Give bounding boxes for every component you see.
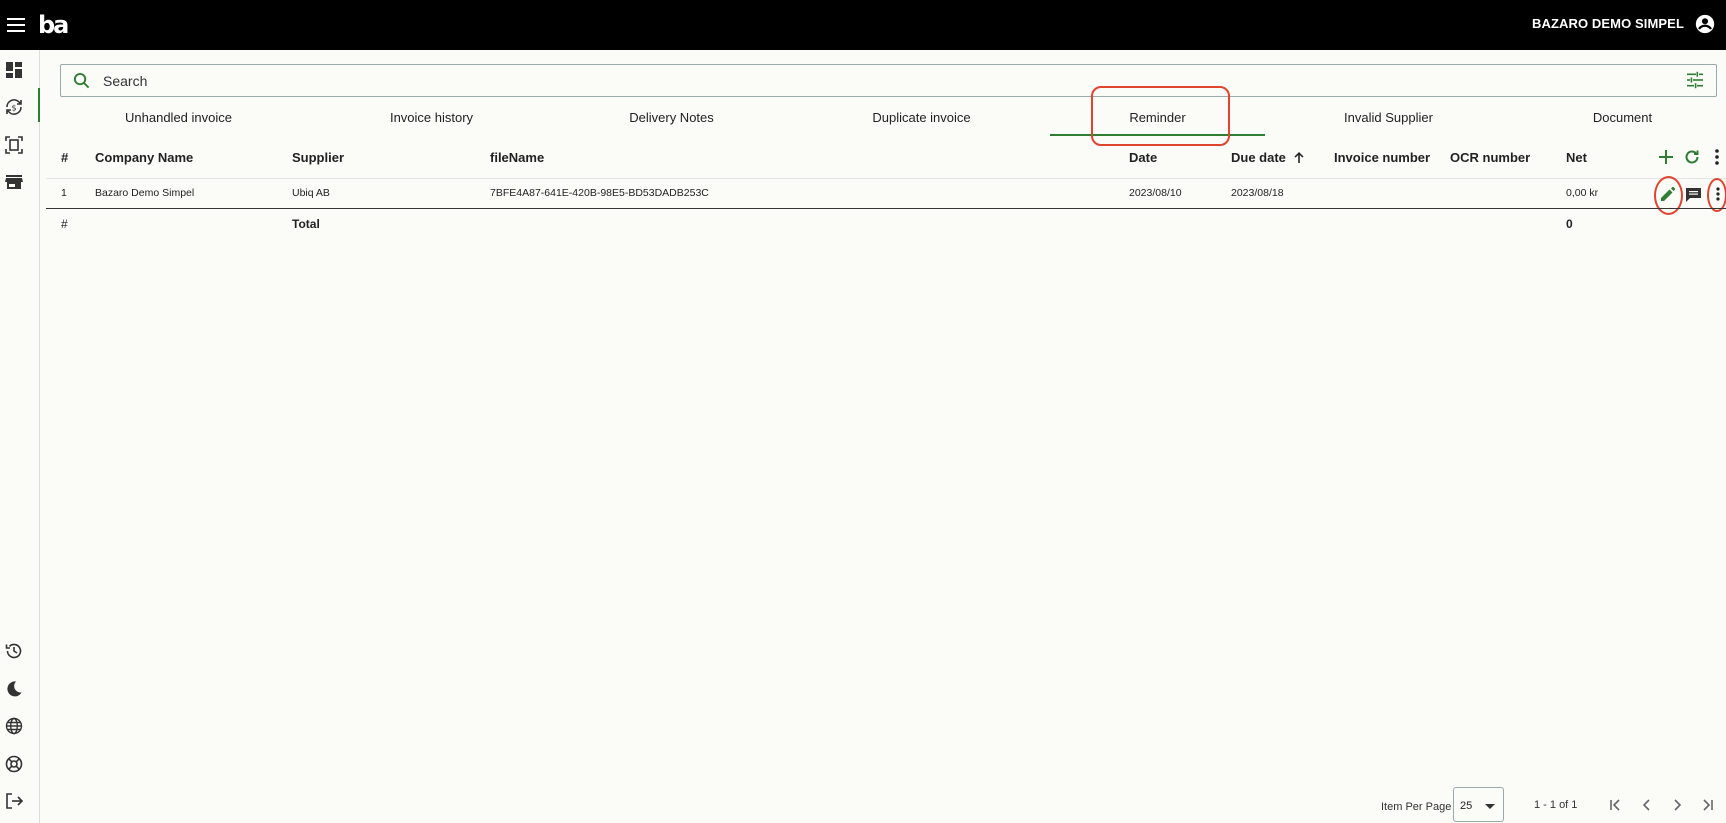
hamburger-menu-icon[interactable] (4, 13, 28, 37)
header-divider (46, 178, 1726, 179)
comment-icon[interactable] (1683, 185, 1703, 205)
search-input[interactable] (103, 71, 1603, 91)
row-supplier: Ubiq AB (292, 187, 330, 199)
svg-text:$: $ (11, 104, 16, 113)
row-due-date: 2023/08/18 (1231, 187, 1284, 199)
tab-document[interactable]: Document (1504, 104, 1726, 136)
column-header-invoice-number[interactable]: Invoice number (1334, 150, 1430, 165)
search-icon (73, 72, 91, 90)
app-logo[interactable]: ba (38, 10, 69, 40)
row-net: 0,00 kr (1566, 187, 1599, 199)
column-header-filename[interactable]: fileName (490, 150, 544, 165)
tab-reminder[interactable]: Reminder (1050, 104, 1265, 136)
items-per-page-select[interactable]: 25 (1453, 787, 1504, 822)
support-lifebuoy-icon[interactable] (2, 752, 26, 776)
dark-mode-icon[interactable] (2, 677, 26, 701)
edit-pencil-icon[interactable] (1658, 184, 1678, 204)
add-icon[interactable] (1656, 147, 1676, 167)
organization-name: BAZARO DEMO SIMPEL (1531, 16, 1684, 31)
top-bar: ba BAZARO DEMO SIMPEL (0, 0, 1726, 50)
invoice-sync-icon[interactable]: $ (2, 95, 26, 119)
next-page-icon[interactable] (1668, 796, 1686, 814)
history-icon[interactable] (2, 639, 26, 663)
dropdown-caret-icon (1485, 804, 1495, 809)
page-range: 1 - 1 of 1 (1534, 799, 1578, 811)
row-divider (46, 208, 1726, 209)
total-net: 0 (1566, 217, 1573, 231)
tab-delivery-notes[interactable]: Delivery Notes (553, 104, 790, 136)
row-index: 1 (61, 187, 67, 199)
row-company: Bazaro Demo Simpel (95, 187, 195, 199)
column-header-company[interactable]: Company Name (95, 150, 193, 165)
previous-page-icon[interactable] (1638, 796, 1656, 814)
row-filename: 7BFE4A87-641E-420B-98E5-BD53DADB253C (490, 187, 709, 199)
tab-duplicate-invoice[interactable]: Duplicate invoice (803, 104, 1040, 136)
document-scanner-icon[interactable] (2, 133, 26, 157)
search-bar (60, 64, 1717, 97)
items-per-page-label: Item Per Page (1381, 801, 1452, 813)
row-more-options-icon[interactable] (1708, 184, 1726, 204)
column-header-supplier[interactable]: Supplier (292, 150, 344, 165)
sidebar: $ (0, 50, 40, 823)
row-date: 2023/08/10 (1129, 187, 1182, 199)
tab-bar: Unhandled invoice Invoice history Delive… (60, 104, 1717, 136)
sort-ascending-icon (1294, 151, 1304, 166)
column-header-ocr-number[interactable]: OCR number (1450, 150, 1530, 165)
filter-settings-icon[interactable] (1686, 71, 1706, 91)
column-header-date[interactable]: Date (1129, 150, 1157, 165)
language-globe-icon[interactable] (2, 714, 26, 738)
dashboard-icon[interactable] (2, 58, 26, 82)
account-circle-icon[interactable] (1694, 13, 1718, 37)
refresh-icon[interactable] (1682, 147, 1702, 167)
tab-invalid-supplier[interactable]: Invalid Supplier (1270, 104, 1507, 136)
column-header-net[interactable]: Net (1566, 150, 1587, 165)
due-date-label: Due date (1231, 150, 1286, 165)
logout-icon[interactable] (2, 789, 26, 813)
tab-invoice-history[interactable]: Invoice history (313, 104, 550, 136)
store-icon[interactable] (2, 170, 26, 194)
footer-index: # (61, 217, 68, 231)
column-header-index: # (61, 150, 69, 165)
total-label: Total (292, 217, 320, 231)
last-page-icon[interactable] (1698, 796, 1716, 814)
more-options-icon[interactable] (1707, 147, 1726, 167)
sidebar-active-indicator (38, 88, 40, 122)
first-page-icon[interactable] (1607, 796, 1625, 814)
tab-unhandled-invoice[interactable]: Unhandled invoice (60, 104, 297, 136)
column-header-due-date[interactable]: Due date (1231, 150, 1304, 166)
items-per-page-value: 25 (1460, 800, 1473, 812)
